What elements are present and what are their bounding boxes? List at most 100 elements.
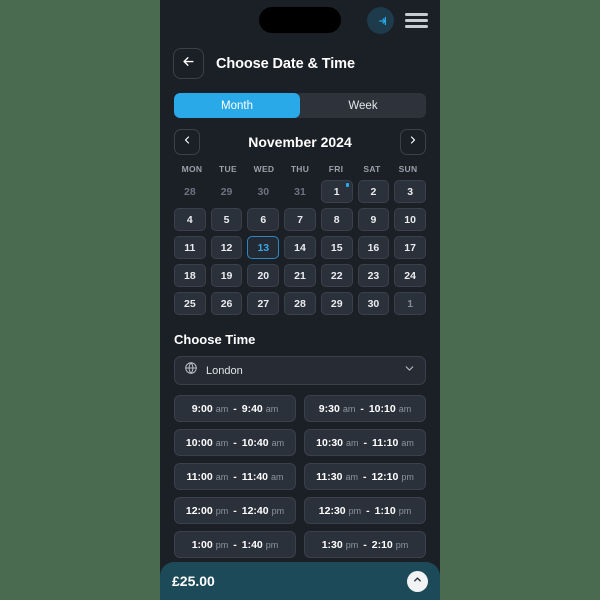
calendar-day-number: 4 xyxy=(186,213,193,226)
calendar-day-cell[interactable]: 21 xyxy=(284,264,316,287)
calendar-day-grid: 28 29 30 31 1 2 3 4 5 6 7 8 9 10 11 12 13 14 15 16 17 18 19 20 2… xyxy=(174,180,426,315)
calendar-day-cell[interactable]: 6 xyxy=(247,208,280,231)
calendar-day-number: 20 xyxy=(257,269,270,282)
calendar-day-cell[interactable]: 8 xyxy=(320,208,353,231)
slot-start-meridiem: am xyxy=(346,437,359,448)
time-slot[interactable]: 1:30 pm -2:10 pm xyxy=(304,531,426,558)
slot-start-time: 11:30 xyxy=(316,470,343,483)
slot-end-time: 11:10 xyxy=(372,436,399,449)
calendar-day-number: 3 xyxy=(407,185,414,198)
weekday-label: SAT xyxy=(363,164,381,174)
page-header: Choose Date & Time xyxy=(160,41,440,79)
calendar-day-cell: 30 xyxy=(247,180,279,203)
slot-end-time: 1:10 xyxy=(374,504,396,517)
slot-end-meridiem: am xyxy=(398,403,412,414)
slot-separator: - xyxy=(233,538,237,551)
login-button[interactable] xyxy=(367,7,394,34)
calendar-day-cell[interactable]: 29 xyxy=(320,292,353,315)
expand-button[interactable] xyxy=(407,570,428,592)
time-slot[interactable]: 10:30 am -11:10 am xyxy=(304,429,426,456)
slot-start-time: 9:00 xyxy=(191,402,213,415)
calendar-day-number: 23 xyxy=(367,269,380,282)
dynamic-island xyxy=(259,7,341,33)
calendar-day-cell[interactable]: 10 xyxy=(394,208,426,231)
time-slot[interactable]: 12:00 pm -12:40 pm xyxy=(174,497,296,524)
calendar-day-cell[interactable]: 2 xyxy=(357,180,390,203)
calendar-day-number: 6 xyxy=(260,213,267,226)
calendar-day-cell[interactable]: 4 xyxy=(174,208,206,231)
time-slot[interactable]: 9:30 am -10:10 am xyxy=(304,395,426,422)
calendar-day-cell[interactable]: 19 xyxy=(210,264,243,287)
timezone-value: London xyxy=(206,364,243,377)
calendar-day-number: 18 xyxy=(184,269,196,282)
chevron-right-icon xyxy=(407,133,419,151)
calendar-day-cell[interactable]: 1 xyxy=(320,180,353,203)
calendar-day-cell[interactable]: 20 xyxy=(247,264,280,287)
slot-start-meridiem: am xyxy=(342,403,356,414)
calendar-day-cell[interactable]: 22 xyxy=(320,264,353,287)
calendar-day-number: 22 xyxy=(330,269,343,282)
tab-week[interactable]: Week xyxy=(300,93,426,118)
slot-start-meridiem: pm xyxy=(348,505,362,516)
chevron-down-icon xyxy=(403,362,416,380)
chevron-up-icon xyxy=(412,572,423,590)
calendar-day-cell[interactable]: 26 xyxy=(210,292,243,315)
slot-start-meridiem: am xyxy=(215,403,229,414)
calendar-day-cell[interactable]: 27 xyxy=(247,292,280,315)
tab-month[interactable]: Month xyxy=(174,93,300,118)
time-slot[interactable]: 9:00 am -9:40 am xyxy=(174,395,296,422)
calendar-day-cell[interactable]: 24 xyxy=(394,264,426,287)
hamburger-menu-icon[interactable] xyxy=(405,12,428,29)
time-slot[interactable]: 10:00 am -10:40 am xyxy=(174,429,296,456)
calendar-day-cell[interactable]: 14 xyxy=(284,236,316,259)
month-navigator: November 2024 xyxy=(174,129,426,155)
calendar-day-cell[interactable]: 11 xyxy=(174,236,206,259)
calendar-day-cell[interactable]: 3 xyxy=(394,180,426,203)
calendar-day-cell[interactable]: 28 xyxy=(284,292,316,315)
calendar-day-number: 17 xyxy=(404,241,416,254)
slot-separator: - xyxy=(363,436,368,449)
calendar-day-number: 1 xyxy=(333,185,340,198)
weekday-label: FRI xyxy=(328,164,344,174)
calendar-day-cell[interactable]: 13 xyxy=(247,236,280,259)
price-label: £25.00 xyxy=(172,573,215,589)
calendar-day-cell[interactable]: 23 xyxy=(357,264,390,287)
calendar-day-cell[interactable]: 15 xyxy=(320,236,353,259)
calendar-day-cell[interactable]: 17 xyxy=(394,236,426,259)
calendar-day-cell[interactable]: 1 xyxy=(394,292,426,315)
time-slot[interactable]: 11:00 am -11:40 am xyxy=(174,463,296,490)
next-month-button[interactable] xyxy=(399,129,426,155)
calendar-day-number: 28 xyxy=(294,297,306,310)
time-slot[interactable]: 12:30 pm -1:10 pm xyxy=(304,497,426,524)
slot-start-time: 1:00 xyxy=(191,538,213,551)
slot-end-time: 9:40 xyxy=(241,402,263,415)
slot-end-time: 12:40 xyxy=(241,504,269,517)
price-bar: £25.00 xyxy=(160,562,440,600)
calendar-day-cell[interactable]: 25 xyxy=(174,292,206,315)
prev-month-button[interactable] xyxy=(174,129,200,155)
calendar-day-cell[interactable]: 9 xyxy=(357,208,390,231)
time-slot[interactable]: 1:00 pm -1:40 pm xyxy=(174,531,296,558)
time-slot[interactable]: 11:30 am -12:10 pm xyxy=(304,463,426,490)
slot-separator: - xyxy=(360,402,364,415)
view-mode-tabs: Month Week xyxy=(174,93,426,118)
calendar-day-number: 28 xyxy=(184,185,196,198)
calendar-day-cell[interactable]: 12 xyxy=(210,236,243,259)
calendar-day-cell[interactable]: 30 xyxy=(357,292,390,315)
calendar-day-cell[interactable]: 7 xyxy=(284,208,316,231)
slot-end-meridiem: am xyxy=(271,437,285,448)
calendar-day-number: 30 xyxy=(367,297,380,310)
slot-start-time: 12:30 xyxy=(318,504,346,517)
calendar-day-cell[interactable]: 16 xyxy=(357,236,390,259)
slot-start-time: 12:00 xyxy=(185,504,213,517)
calendar-day-cell[interactable]: 5 xyxy=(210,208,243,231)
page-background: Choose Date & Time Month Week November 2… xyxy=(0,0,600,600)
back-button[interactable] xyxy=(173,48,204,79)
calendar-day-cell[interactable]: 18 xyxy=(174,264,206,287)
slot-start-time: 10:00 xyxy=(185,436,213,449)
slot-end-meridiem: pm xyxy=(265,539,279,550)
slot-end-time: 11:40 xyxy=(241,470,269,483)
timezone-select[interactable]: London xyxy=(174,356,426,385)
calendar-day-number: 30 xyxy=(257,185,270,198)
calendar-day-number: 16 xyxy=(367,241,380,254)
